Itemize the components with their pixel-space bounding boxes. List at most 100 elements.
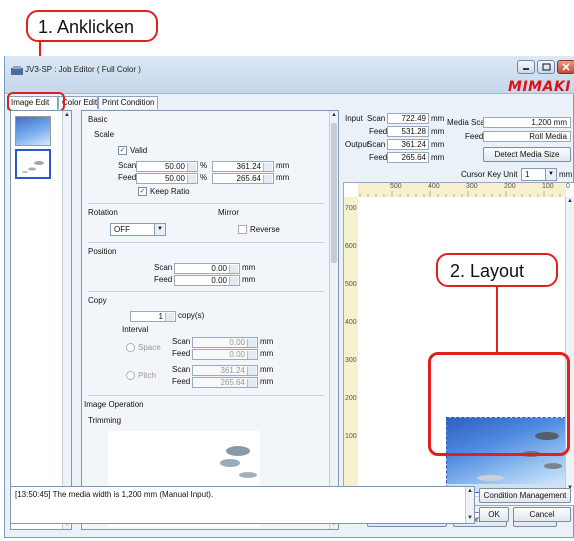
- space-scan-value: 0.00: [229, 338, 245, 347]
- detect-media-size-button[interactable]: Detect Media Size: [483, 147, 571, 162]
- message-scrollbar[interactable]: ▲ ▼: [465, 487, 474, 523]
- keep-ratio-label: Keep Ratio: [150, 187, 190, 196]
- mm-unit: mm: [242, 275, 256, 284]
- scroll-thumb[interactable]: [331, 123, 337, 263]
- callout-step1-text: 1. Anklicken: [38, 17, 135, 37]
- space-feed-input[interactable]: 0.00: [192, 349, 258, 360]
- copy-count-input[interactable]: 1: [130, 311, 176, 322]
- pitch-feed-label: Feed: [172, 377, 191, 386]
- thumbnail-scrollbar[interactable]: ▲ ▼: [62, 111, 71, 529]
- position-heading: Position: [88, 247, 117, 256]
- message-log: [13:50:45] The media width is 1,200 mm (…: [10, 486, 475, 524]
- ruler-label: 400: [345, 319, 357, 326]
- scale-feed-label: Feed: [118, 173, 137, 182]
- settings-scrollbar[interactable]: ▲ ▼: [329, 111, 338, 529]
- ruler-label: 600: [345, 243, 357, 250]
- ruler-left: 700 600 500 400 300 200 100: [344, 197, 358, 493]
- input-scan-value: 722.49: [401, 114, 426, 123]
- valid-checkbox[interactable]: ✓: [118, 146, 127, 155]
- image-operation-heading: Image Operation: [84, 400, 144, 409]
- space-label: Space: [138, 343, 161, 352]
- ruler-label: 700: [345, 205, 357, 212]
- percent-unit: %: [200, 173, 208, 182]
- thumbnail-item-selected[interactable]: [15, 149, 51, 179]
- space-scan-input[interactable]: 0.00: [192, 337, 258, 348]
- scroll-up-icon[interactable]: ▲: [330, 111, 338, 120]
- keep-ratio-checkbox[interactable]: ✓: [138, 187, 147, 196]
- copy-count-value: 1: [158, 312, 163, 321]
- scale-feed-mm-input[interactable]: 265.64: [212, 173, 274, 184]
- scroll-down-icon[interactable]: ▼: [466, 514, 474, 523]
- position-scan-input[interactable]: 0.00: [174, 263, 240, 274]
- mm-unit: mm: [276, 161, 290, 170]
- position-feed-input[interactable]: 0.00: [174, 275, 240, 286]
- mm-unit: mm: [431, 153, 445, 162]
- media-feed-label: Feed: [465, 132, 484, 141]
- spinner-icon[interactable]: [247, 339, 256, 347]
- spinner-icon[interactable]: [229, 277, 238, 285]
- mm-unit: mm: [260, 349, 274, 358]
- spinner-icon[interactable]: [263, 175, 272, 183]
- cancel-button[interactable]: Cancel: [513, 507, 571, 522]
- spinner-icon[interactable]: [247, 367, 256, 375]
- layout-canvas[interactable]: 500 400 300 200 100 0 700 600 500 400 30…: [343, 182, 574, 506]
- trimming-heading: Trimming: [88, 416, 122, 425]
- scale-scan-mm-input[interactable]: 361.24: [212, 161, 274, 172]
- spinner-icon[interactable]: [165, 313, 174, 321]
- ruler-label: 0: [566, 183, 570, 190]
- cursor-key-unit-label: Cursor Key Unit: [461, 170, 518, 179]
- input-feed-label: Feed: [369, 127, 388, 136]
- maximize-button[interactable]: [537, 60, 555, 74]
- pitch-radio[interactable]: [126, 371, 135, 380]
- spinner-icon[interactable]: [187, 175, 196, 183]
- position-scan-value: 0.00: [211, 264, 227, 273]
- scale-feed-percent-input[interactable]: 50.00: [136, 173, 198, 184]
- mm-unit: mm: [276, 173, 290, 182]
- spinner-icon[interactable]: [263, 163, 272, 171]
- scale-scan-percent-input[interactable]: 50.00: [136, 161, 198, 172]
- interval-label: Interval: [122, 325, 149, 334]
- reverse-checkbox[interactable]: [238, 225, 247, 234]
- callout-step2-text: 2. Layout: [450, 261, 525, 281]
- cursor-key-unit-select[interactable]: 1 ▼: [521, 168, 557, 181]
- space-radio[interactable]: [126, 343, 135, 352]
- media-feed-value: Roll Media: [529, 132, 567, 141]
- job-editor-window: JV3-SP : Job Editor ( Full Color ) MIMAK…: [4, 56, 574, 538]
- close-button[interactable]: [557, 60, 574, 74]
- ruler-top-ticks: [359, 191, 561, 197]
- pitch-scan-input[interactable]: 361.24: [192, 365, 258, 376]
- settings-panel: Basic Scale ✓ Valid Scan 50.00 % 361.24 …: [81, 110, 339, 530]
- spinner-icon[interactable]: [187, 163, 196, 171]
- tab-highlight: [7, 92, 65, 112]
- rotation-select[interactable]: OFF ▼: [110, 223, 166, 236]
- position-feed-label: Feed: [154, 275, 173, 284]
- spinner-icon[interactable]: [247, 379, 256, 387]
- input-feed-value: 531.28: [401, 127, 426, 136]
- pitch-scan-label: Scan: [172, 365, 191, 374]
- minimize-button[interactable]: [517, 60, 535, 74]
- thumbnail-item[interactable]: [15, 116, 51, 146]
- output-scan-field: 361.24: [387, 139, 429, 150]
- window-title: JV3-SP : Job Editor ( Full Color ): [25, 65, 141, 74]
- scroll-up-icon[interactable]: ▲: [63, 111, 71, 120]
- tab-print-condition[interactable]: Print Condition: [98, 96, 158, 109]
- minimize-icon: [523, 68, 529, 70]
- spinner-icon[interactable]: [247, 351, 256, 359]
- mm-unit: mm: [260, 365, 274, 374]
- condition-management-button[interactable]: Condition Management: [479, 488, 571, 503]
- chevron-down-icon[interactable]: ▼: [154, 224, 165, 235]
- thumbnail-list: ▲ ▼: [10, 110, 72, 530]
- scroll-up-icon[interactable]: ▲: [466, 487, 474, 496]
- spinner-icon[interactable]: [229, 265, 238, 273]
- ok-button[interactable]: OK: [479, 507, 509, 522]
- chevron-down-icon[interactable]: ▼: [545, 169, 556, 180]
- scroll-up-icon[interactable]: ▲: [566, 197, 574, 206]
- maximize-icon: [542, 63, 551, 71]
- input-feed-field: 531.28: [387, 126, 429, 137]
- pitch-feed-input[interactable]: 265.64: [192, 377, 258, 388]
- input-scan-label: Scan: [367, 114, 386, 123]
- input-label: Input: [345, 114, 363, 123]
- brand-logo: MIMAKI: [508, 79, 571, 95]
- output-feed-value: 265.64: [401, 153, 426, 162]
- callout-step2-line: [496, 287, 498, 353]
